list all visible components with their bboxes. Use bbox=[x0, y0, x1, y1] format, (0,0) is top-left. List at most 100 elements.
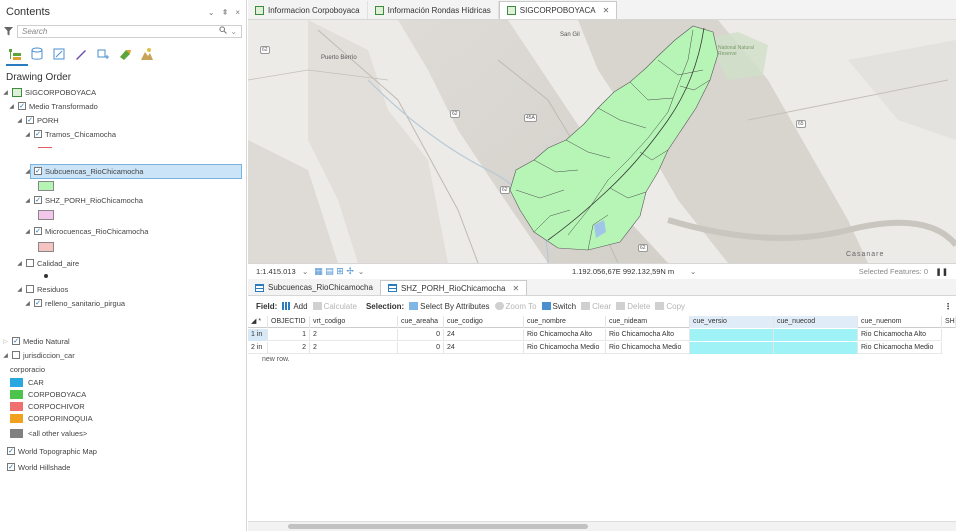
clear-selection-button[interactable]: Clear bbox=[581, 302, 611, 311]
scrollbar-thumb[interactable] bbox=[288, 524, 588, 529]
pane-options-icon[interactable]: ⌄ bbox=[208, 8, 215, 17]
table-cell[interactable] bbox=[690, 329, 774, 341]
column-header[interactable]: OBJECTID bbox=[268, 316, 310, 328]
zoom-to-button[interactable]: Zoom To bbox=[494, 302, 537, 311]
microcuencas-fill-symbol[interactable] bbox=[38, 242, 54, 252]
tree-item-residuos[interactable]: ◢ Residuos bbox=[16, 282, 68, 296]
tab-sigcorpoboyaca[interactable]: SIGCORPOBOYACA ✕ bbox=[498, 1, 618, 19]
tree-item-medio-natural[interactable]: ▷ ✓ Medio Natural bbox=[2, 334, 70, 348]
tree-item-porh[interactable]: ◢ ✓ PORH bbox=[16, 113, 58, 127]
close-tab-icon[interactable]: ✕ bbox=[603, 6, 610, 15]
tree-item-map[interactable]: ◢ SIGCORPOBOYACA bbox=[2, 85, 96, 99]
list-by-charts-icon[interactable] bbox=[140, 47, 154, 61]
calculate-field-button[interactable]: Calculate bbox=[312, 302, 357, 311]
table-cell[interactable]: Rio Chicamocha Alto bbox=[858, 329, 942, 341]
search-dropdown-icon[interactable]: ⌄ bbox=[230, 27, 237, 36]
table-cell[interactable]: 2 bbox=[268, 342, 310, 354]
add-field-button[interactable]: Add bbox=[282, 302, 308, 311]
map-scale-selector[interactable]: 1:1.415.013 bbox=[256, 267, 300, 276]
table-cell[interactable]: 24 bbox=[444, 342, 524, 354]
legend-swatch-corpochivor[interactable] bbox=[10, 402, 23, 411]
pause-drawing-icon[interactable]: ❚❚ bbox=[935, 267, 948, 276]
column-header[interactable]: cue_versio bbox=[690, 316, 774, 328]
copy-button[interactable]: Copy bbox=[655, 302, 685, 311]
grid-snap-icons[interactable]: ▦ ▤ ⊞ ✢ bbox=[314, 266, 354, 277]
table-cell[interactable]: 0 bbox=[398, 329, 444, 341]
table-cell[interactable]: 1 bbox=[268, 329, 310, 341]
row-selector-header[interactable]: ◢ * bbox=[248, 316, 268, 328]
visibility-checkbox[interactable]: ✓ bbox=[26, 116, 34, 124]
calidad-aire-point-symbol[interactable] bbox=[44, 274, 48, 278]
row-number[interactable]: 2 in bbox=[248, 342, 268, 354]
selected-features-count[interactable]: Selected Features: 0 bbox=[859, 267, 928, 276]
visibility-checkbox[interactable]: ✓ bbox=[34, 196, 42, 204]
list-by-labeling-icon[interactable] bbox=[118, 47, 132, 61]
table-cell[interactable]: Rio Chicamocha Medio bbox=[524, 342, 606, 354]
collapse-icon[interactable]: ◢ bbox=[24, 197, 31, 204]
tree-item-tramos[interactable]: ◢ ✓ Tramos_Chicamocha bbox=[24, 127, 116, 141]
delete-button[interactable]: Delete bbox=[616, 302, 650, 311]
map-view[interactable]: Puerto Berrío San Gil Casanare National … bbox=[248, 20, 956, 263]
tree-item-calidad-aire[interactable]: ◢ Calidad_aire bbox=[16, 256, 79, 270]
list-by-snapping-icon[interactable] bbox=[96, 47, 110, 61]
list-by-drawing-order-icon[interactable] bbox=[8, 47, 22, 61]
visibility-checkbox[interactable]: ✓ bbox=[34, 167, 42, 175]
list-by-data-source-icon[interactable] bbox=[30, 47, 44, 61]
add-new-row[interactable]: new row. bbox=[262, 356, 290, 363]
filter-icon[interactable] bbox=[4, 26, 13, 36]
list-by-editing-icon[interactable] bbox=[74, 47, 88, 61]
list-by-selection-icon[interactable] bbox=[52, 47, 66, 61]
tab-subcuencas-table[interactable]: Subcuencas_RioChicamocha bbox=[248, 280, 380, 295]
visibility-checkbox[interactable] bbox=[26, 285, 34, 293]
column-header[interactable]: cue_areaha bbox=[398, 316, 444, 328]
tab-informacion-rondas-hidricas[interactable]: Información Rondas Hídricas bbox=[368, 1, 499, 19]
table-row[interactable]: 1 in 1 2 0 24 Rio Chicamocha Alto Rio Ch… bbox=[248, 329, 942, 341]
tab-informacion-corpoboyaca[interactable]: Informacion Corpoboyaca bbox=[248, 1, 368, 19]
tree-item-medio-transformado[interactable]: ◢ ✓ Medio Transformado bbox=[8, 99, 98, 113]
tree-item-jurisdiccion[interactable]: ◢ jurisdiccion_car bbox=[2, 348, 75, 362]
coordinate-units-dropdown-icon[interactable]: ⌄ bbox=[690, 267, 696, 276]
table-row[interactable]: 2 in 2 2 0 24 Rio Chicamocha Medio Rio C… bbox=[248, 342, 942, 354]
collapse-icon[interactable]: ◢ bbox=[24, 228, 31, 235]
row-number[interactable]: 1 in bbox=[248, 329, 268, 341]
column-header[interactable]: vrt_codigo bbox=[310, 316, 398, 328]
select-by-attributes-button[interactable]: Select By Attributes bbox=[409, 302, 490, 311]
column-header[interactable]: cue_nideam bbox=[606, 316, 690, 328]
legend-swatch-corporinoquia[interactable] bbox=[10, 414, 23, 423]
collapse-icon[interactable]: ◢ bbox=[8, 103, 15, 110]
switch-selection-button[interactable]: Switch bbox=[541, 302, 576, 311]
table-cell[interactable]: 24 bbox=[444, 329, 524, 341]
tree-item-world-topo[interactable]: ✓ World Topographic Map bbox=[4, 444, 97, 458]
column-header[interactable]: SH bbox=[942, 316, 956, 328]
tab-shz-table[interactable]: SHZ_PORH_RioChicamocha ✕ bbox=[379, 280, 528, 295]
close-pane-icon[interactable]: × bbox=[235, 8, 240, 17]
shz-fill-symbol[interactable] bbox=[38, 210, 54, 220]
legend-swatch-car[interactable] bbox=[10, 378, 23, 387]
table-cell[interactable]: 2 bbox=[310, 342, 398, 354]
column-header[interactable]: cue_codigo bbox=[444, 316, 524, 328]
collapse-icon[interactable]: ◢ bbox=[24, 300, 31, 307]
collapse-icon[interactable]: ◢ bbox=[24, 131, 31, 138]
legend-swatch-other[interactable] bbox=[10, 429, 23, 438]
tree-item-relleno[interactable]: ◢ ✓ relleno_sanitario_pirgua bbox=[24, 296, 125, 310]
collapse-icon[interactable]: ◢ bbox=[16, 260, 23, 267]
visibility-checkbox[interactable] bbox=[12, 351, 20, 359]
expand-icon[interactable]: ▷ bbox=[2, 338, 9, 345]
visibility-checkbox[interactable]: ✓ bbox=[7, 463, 15, 471]
collapse-icon[interactable]: ◢ bbox=[2, 352, 9, 359]
collapse-icon[interactable]: ◢ bbox=[16, 117, 23, 124]
table-cell[interactable]: 2 bbox=[310, 329, 398, 341]
table-cell[interactable]: Rio Chicamocha Medio bbox=[858, 342, 942, 354]
visibility-checkbox[interactable]: ✓ bbox=[12, 337, 20, 345]
table-cell[interactable] bbox=[774, 329, 858, 341]
column-header[interactable]: cue_nuenom bbox=[858, 316, 942, 328]
tree-item-shz[interactable]: ◢ ✓ SHZ_PORH_RioChicamocha bbox=[24, 193, 143, 207]
table-cell[interactable] bbox=[690, 342, 774, 354]
scale-dropdown-icon[interactable]: ⌄ bbox=[302, 267, 308, 276]
visibility-checkbox[interactable]: ✓ bbox=[34, 227, 42, 235]
visibility-checkbox[interactable]: ✓ bbox=[34, 130, 42, 138]
column-header[interactable]: cue_nombre bbox=[524, 316, 606, 328]
collapse-icon[interactable]: ◢ bbox=[16, 286, 23, 293]
collapse-icon[interactable]: ◢ bbox=[24, 168, 31, 175]
column-header[interactable]: cue_nuecod bbox=[774, 316, 858, 328]
